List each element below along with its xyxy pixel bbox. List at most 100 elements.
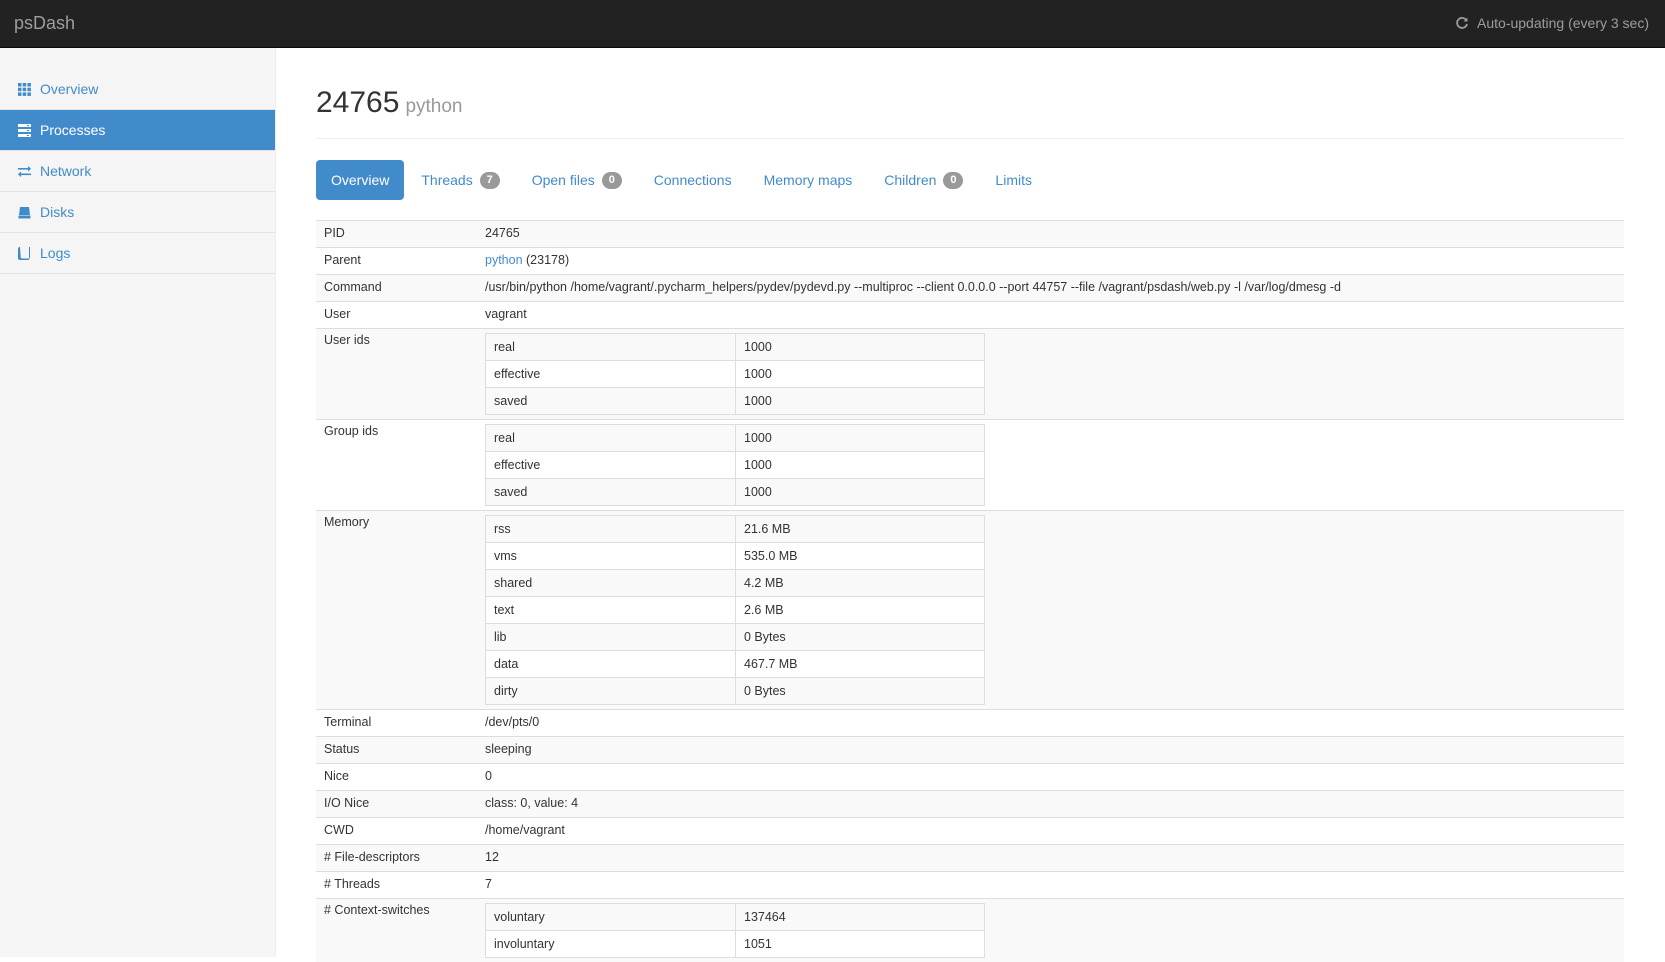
tab-overview[interactable]: Overview	[316, 160, 404, 200]
sub-value: 1000	[736, 479, 985, 506]
sub-key: data	[486, 651, 736, 678]
process-info-table: PID 24765 Parent python (23178) Command …	[316, 220, 1624, 962]
refresh-icon	[1455, 16, 1469, 30]
row-value: real1000 effective1000 saved1000	[477, 420, 1624, 511]
sub-key: voluntary	[486, 904, 736, 931]
tab-label: Threads	[421, 172, 472, 188]
sub-key: rss	[486, 516, 736, 543]
tab-label: Connections	[654, 172, 732, 188]
top-navbar: psDash Auto-updating (every 3 sec)	[0, 0, 1665, 48]
parent-pid: (23178)	[526, 253, 569, 267]
sub-key: effective	[486, 361, 736, 388]
sub-row: saved1000	[486, 388, 985, 415]
row-label: I/O Nice	[316, 791, 477, 818]
tab-open-files[interactable]: Open files0	[517, 160, 637, 200]
sub-value: 1000	[736, 425, 985, 452]
sub-key: text	[486, 597, 736, 624]
table-row: Parent python (23178)	[316, 248, 1624, 275]
sub-row: real1000	[486, 425, 985, 452]
sub-key: vms	[486, 543, 736, 570]
tab-memory-maps[interactable]: Memory maps	[749, 160, 868, 200]
sub-key: effective	[486, 452, 736, 479]
sub-row: vms535.0 MB	[486, 543, 985, 570]
sub-row: voluntary137464	[486, 904, 985, 931]
tab-children[interactable]: Children 0	[869, 160, 978, 200]
tab-label: Children	[884, 172, 936, 188]
sub-value: 1000	[736, 452, 985, 479]
row-label: CWD	[316, 818, 477, 845]
list-icon	[18, 124, 31, 137]
sub-value: 2.6 MB	[736, 597, 985, 624]
sidebar-item-label: Logs	[40, 245, 70, 261]
count-badge: 0	[602, 172, 622, 189]
table-row: Terminal /dev/pts/0	[316, 710, 1624, 737]
table-row: Group ids real1000 effective1000 saved10…	[316, 420, 1624, 511]
row-label: Command	[316, 275, 477, 302]
table-row: Nice 0	[316, 764, 1624, 791]
memory-table: rss21.6 MB vms535.0 MB shared4.2 MB text…	[485, 515, 985, 705]
sidebar-item-logs[interactable]: Logs	[0, 233, 275, 274]
sub-key: lib	[486, 624, 736, 651]
auto-update-label: Auto-updating (every 3 sec)	[1477, 15, 1649, 31]
sub-key: involuntary	[486, 931, 736, 958]
tab-limits[interactable]: Limits	[980, 160, 1047, 200]
sub-key: saved	[486, 388, 736, 415]
sidebar-item-label: Processes	[40, 122, 105, 138]
row-label: Parent	[316, 248, 477, 275]
tab-connections[interactable]: Connections	[639, 160, 747, 200]
sub-row: effective1000	[486, 452, 985, 479]
sub-row: rss21.6 MB	[486, 516, 985, 543]
table-row: PID 24765	[316, 221, 1624, 248]
sub-row: shared4.2 MB	[486, 570, 985, 597]
sidebar: Overview Processes Network Disks Logs	[0, 48, 276, 957]
table-row: User ids real1000 effective1000 saved100…	[316, 329, 1624, 420]
user-ids-table: real1000 effective1000 saved1000	[485, 333, 985, 415]
row-value: voluntary137464 involuntary1051	[477, 899, 1624, 962]
table-row: I/O Nice class: 0, value: 4	[316, 791, 1624, 818]
sub-value: 1000	[736, 361, 985, 388]
sidebar-item-network[interactable]: Network	[0, 151, 275, 192]
sub-key: real	[486, 334, 736, 361]
table-row: # Context-switches voluntary137464 invol…	[316, 899, 1624, 962]
tab-threads[interactable]: Threads7	[406, 160, 514, 200]
row-value: /home/vagrant	[477, 818, 1624, 845]
table-row: Memory rss21.6 MB vms535.0 MB shared4.2 …	[316, 511, 1624, 710]
sub-key: real	[486, 425, 736, 452]
row-value: /usr/bin/python /home/vagrant/.pycharm_h…	[477, 275, 1624, 302]
sidebar-item-label: Network	[40, 163, 91, 179]
row-value: real1000 effective1000 saved1000	[477, 329, 1624, 420]
table-row: User vagrant	[316, 302, 1624, 329]
sub-row: involuntary1051	[486, 931, 985, 958]
count-badge: 0	[943, 172, 963, 189]
sub-value: 0 Bytes	[736, 624, 985, 651]
sub-key: shared	[486, 570, 736, 597]
process-tabs: Overview Threads7 Open files0 Connection…	[316, 160, 1624, 200]
transfer-icon	[18, 165, 31, 178]
auto-update-toggle[interactable]: Auto-updating (every 3 sec)	[1455, 15, 1649, 31]
brand-link[interactable]: psDash	[14, 13, 75, 34]
row-label: Memory	[316, 511, 477, 710]
row-label: User ids	[316, 329, 477, 420]
sidebar-item-processes[interactable]: Processes	[0, 110, 275, 151]
main-content: 24765python Overview Threads7 Open files…	[316, 48, 1624, 962]
group-ids-table: real1000 effective1000 saved1000	[485, 424, 985, 506]
row-value: 0	[477, 764, 1624, 791]
row-value: /dev/pts/0	[477, 710, 1624, 737]
row-label: User	[316, 302, 477, 329]
sub-value: 535.0 MB	[736, 543, 985, 570]
row-label: Status	[316, 737, 477, 764]
grid-icon	[18, 83, 31, 96]
sub-value: 21.6 MB	[736, 516, 985, 543]
sidebar-item-disks[interactable]: Disks	[0, 192, 275, 233]
sidebar-item-label: Disks	[40, 204, 74, 220]
sub-value: 0 Bytes	[736, 678, 985, 705]
row-label: PID	[316, 221, 477, 248]
parent-process-link[interactable]: python	[485, 253, 523, 267]
sub-key: saved	[486, 479, 736, 506]
row-label: Group ids	[316, 420, 477, 511]
sidebar-item-overview[interactable]: Overview	[0, 69, 275, 110]
row-label: # File-descriptors	[316, 845, 477, 872]
tab-label: Memory maps	[764, 172, 853, 188]
sub-value: 1000	[736, 388, 985, 415]
table-row: # Threads 7	[316, 872, 1624, 899]
